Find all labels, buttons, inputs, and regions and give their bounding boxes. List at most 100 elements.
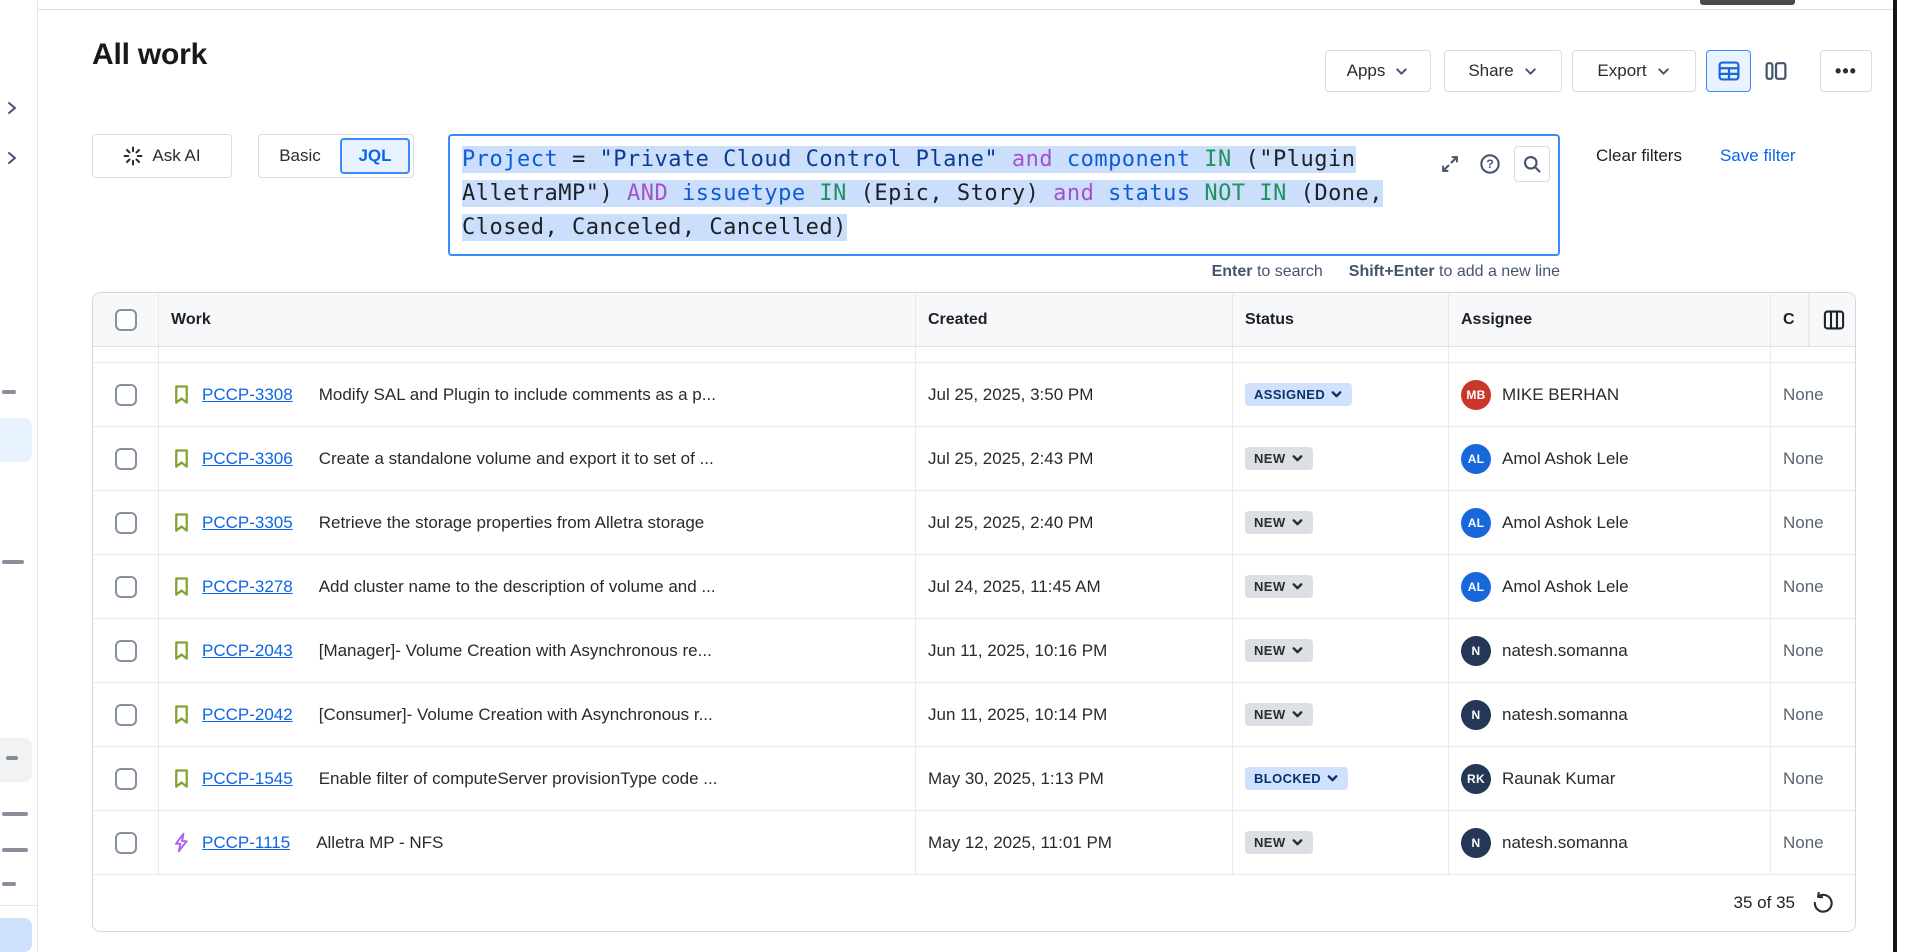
row-checkbox[interactable] [115, 576, 137, 598]
chevron-down-icon [1291, 644, 1304, 657]
assignee-avatar: AL [1461, 572, 1491, 602]
detail-view-button[interactable] [1753, 50, 1798, 92]
column-header-assignee[interactable]: Assignee [1449, 293, 1771, 346]
jql-help-button[interactable]: ? [1474, 148, 1506, 180]
table-row[interactable]: PCCP-1545 Enable filter of computeServer… [93, 747, 1855, 811]
column-header-status[interactable]: Status [1233, 293, 1449, 346]
assignee-name: natesh.somanna [1502, 833, 1628, 853]
run-search-button[interactable] [1514, 146, 1550, 182]
status-badge[interactable]: NEW [1245, 831, 1313, 854]
basic-mode-button[interactable]: Basic [262, 146, 338, 166]
chevron-right-icon[interactable] [4, 150, 20, 166]
issue-key-link[interactable]: PCCP-3308 [202, 385, 293, 405]
chevron-down-icon [1523, 64, 1538, 79]
view-switcher [1706, 50, 1798, 92]
row-checkbox[interactable] [115, 384, 137, 406]
status-badge[interactable]: NEW [1245, 447, 1313, 470]
created-date: May 30, 2025, 1:13 PM [928, 769, 1104, 789]
sidebar-item-selected[interactable] [0, 418, 32, 462]
row-checkbox[interactable] [115, 512, 137, 534]
column-header-extra[interactable]: C [1771, 293, 1809, 346]
share-button-label: Share [1468, 61, 1513, 81]
row-checkbox[interactable] [115, 448, 137, 470]
assignee-avatar: AL [1461, 444, 1491, 474]
save-filter-button[interactable]: Save filter [1720, 146, 1796, 166]
search-icon [1522, 154, 1542, 174]
sidebar-item[interactable] [2, 882, 16, 886]
issue-key-link[interactable]: PCCP-1115 [202, 833, 290, 853]
content-top-divider [38, 9, 1893, 10]
clear-filters-button[interactable]: Clear filters [1596, 146, 1682, 166]
ask-ai-button[interactable]: Ask AI [92, 134, 232, 178]
jql-input[interactable]: Project = "Private Cloud Control Plane" … [462, 143, 1428, 245]
row-checkbox[interactable] [115, 768, 137, 790]
apps-button-label: Apps [1347, 61, 1386, 81]
chevron-down-icon [1656, 64, 1671, 79]
chevron-right-icon[interactable] [4, 100, 20, 116]
status-badge[interactable]: NEW [1245, 703, 1313, 726]
status-badge[interactable]: NEW [1245, 511, 1313, 534]
expand-editor-button[interactable] [1434, 148, 1466, 180]
created-date: May 12, 2025, 11:01 PM [928, 833, 1112, 853]
issue-key-link[interactable]: PCCP-3305 [202, 513, 293, 533]
status-badge[interactable]: ASSIGNED [1245, 383, 1352, 406]
export-button-label: Export [1597, 61, 1646, 81]
issue-summary: [Consumer]- Volume Creation with Asynchr… [319, 705, 713, 725]
sidebar-item-label [6, 756, 18, 760]
issue-summary: [Manager]- Volume Creation with Asynchro… [319, 641, 712, 661]
table-row[interactable]: PCCP-2042 [Consumer]- Volume Creation wi… [93, 683, 1855, 747]
issue-key-link[interactable]: PCCP-2042 [202, 705, 293, 725]
row-checkbox[interactable] [115, 704, 137, 726]
created-date: Jun 11, 2025, 10:16 PM [928, 641, 1107, 661]
table-row[interactable]: PCCP-3278 Add cluster name to the descri… [93, 555, 1855, 619]
jql-mode-button[interactable]: JQL [340, 138, 410, 174]
created-date: Jul 24, 2025, 11:45 AM [928, 577, 1101, 597]
table-view-icon [1716, 58, 1742, 84]
story-icon [171, 768, 192, 789]
issue-key-link[interactable]: PCCP-3278 [202, 577, 293, 597]
row-checkbox[interactable] [115, 832, 137, 854]
status-badge[interactable]: NEW [1245, 639, 1313, 662]
status-badge[interactable]: BLOCKED [1245, 767, 1348, 790]
assignee-avatar: N [1461, 636, 1491, 666]
apps-button[interactable]: Apps [1325, 50, 1431, 92]
assignee-name: MIKE BERHAN [1502, 385, 1619, 405]
issue-summary: Retrieve the storage properties from All… [319, 513, 705, 533]
sidebar-item[interactable] [2, 390, 16, 394]
share-button[interactable]: Share [1444, 50, 1562, 92]
sidebar-item[interactable] [0, 918, 32, 952]
created-date: Jun 11, 2025, 10:14 PM [928, 705, 1107, 725]
chevron-down-icon [1291, 836, 1304, 849]
more-button[interactable]: ••• [1820, 50, 1872, 92]
jql-editor[interactable]: Project = "Private Cloud Control Plane" … [448, 134, 1560, 256]
table-row[interactable]: PCCP-3306 Create a standalone volume and… [93, 427, 1855, 491]
issue-key-link[interactable]: PCCP-2043 [202, 641, 293, 661]
story-icon [171, 640, 192, 661]
sidebar-item[interactable] [2, 848, 28, 852]
extra-column-value: None [1783, 449, 1824, 469]
chevron-down-icon [1330, 388, 1343, 401]
story-icon [171, 448, 192, 469]
issue-key-link[interactable]: PCCP-1545 [202, 769, 293, 789]
sidebar-item[interactable] [2, 560, 24, 564]
column-header-work[interactable]: Work [159, 293, 916, 346]
columns-icon [1821, 307, 1847, 333]
column-header-created[interactable]: Created [916, 293, 1233, 346]
export-button[interactable]: Export [1572, 50, 1696, 92]
table-row[interactable]: PCCP-2043 [Manager]- Volume Creation wit… [93, 619, 1855, 683]
select-all-checkbox[interactable] [115, 309, 137, 331]
table-row[interactable]: PCCP-3308 Modify SAL and Plugin to inclu… [93, 363, 1855, 427]
status-badge[interactable]: NEW [1245, 575, 1313, 598]
refresh-icon[interactable] [1811, 891, 1835, 915]
table-row[interactable]: PCCP-3305 Retrieve the storage propertie… [93, 491, 1855, 555]
header-actions: Apps Share Export ••• [1325, 50, 1872, 92]
row-checkbox[interactable] [115, 640, 137, 662]
sidebar-item[interactable] [2, 812, 28, 816]
issue-key-link[interactable]: PCCP-3306 [202, 449, 293, 469]
sidebar-item-hover[interactable] [0, 738, 32, 782]
table-row[interactable]: PCCP-1115 Alletra MP - NFS May 12, 2025,… [93, 811, 1855, 875]
issue-summary: Enable filter of computeServer provision… [319, 769, 718, 789]
configure-columns-button[interactable] [1818, 304, 1850, 336]
table-view-button[interactable] [1706, 50, 1751, 92]
page-title: All work [92, 38, 207, 72]
